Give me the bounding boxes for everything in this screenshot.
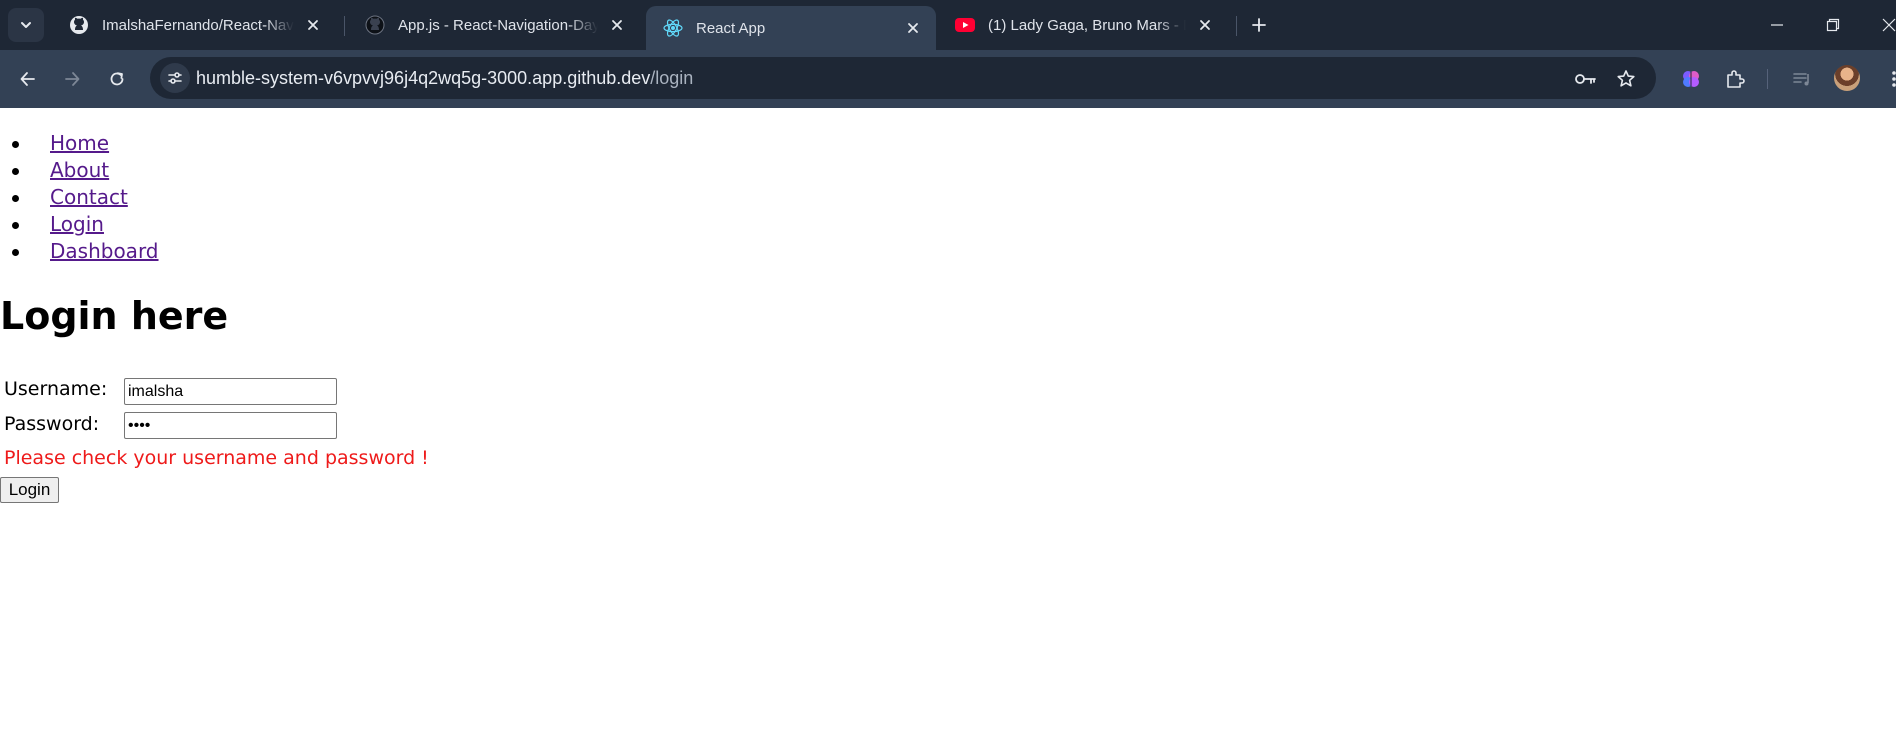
menu-dots-icon[interactable]	[1880, 65, 1896, 93]
close-icon[interactable]	[902, 17, 924, 39]
nav-item-about: About	[0, 157, 159, 184]
tune-icon	[166, 69, 184, 87]
browser-toolbar: humble-system-v6vpvvj96j4q2wq5g-3000.app…	[0, 50, 1896, 108]
nav-item-login: Login	[0, 211, 159, 238]
tab-strip: ImalshaFernando/React-Navigat App.js - R…	[0, 0, 1896, 50]
nav-item-home: Home	[0, 130, 159, 157]
back-button[interactable]	[13, 64, 43, 94]
close-icon[interactable]	[606, 14, 628, 36]
media-queue-icon[interactable]	[1788, 65, 1816, 93]
restore-icon	[1826, 18, 1840, 32]
youtube-icon	[954, 14, 976, 36]
restore-button[interactable]	[1820, 12, 1846, 38]
new-tab-button[interactable]	[1246, 12, 1272, 38]
plus-icon	[1251, 17, 1267, 33]
reload-button[interactable]	[102, 64, 132, 94]
nav-list: Home About Contact Login Dashboard	[0, 130, 159, 265]
nav-link-about[interactable]: About	[50, 158, 109, 182]
tab-title: App.js - React-Navigation-Day-0	[398, 16, 598, 34]
arrow-right-icon	[62, 69, 82, 89]
address-bar[interactable]: humble-system-v6vpvvj96j4q2wq5g-3000.app…	[150, 57, 1656, 99]
ai-brain-extension-icon[interactable]	[1677, 65, 1705, 93]
nav-link-contact[interactable]: Contact	[50, 185, 128, 209]
error-message: Please check your username and password …	[4, 447, 429, 469]
nav-link-home[interactable]: Home	[50, 131, 109, 155]
tab-title: (1) Lady Gaga, Bruno Mars - Die	[988, 16, 1186, 34]
password-input[interactable]	[124, 412, 337, 439]
close-icon[interactable]	[302, 14, 324, 36]
bookmark-star-icon[interactable]	[1614, 67, 1638, 91]
react-icon	[662, 17, 684, 39]
github-codespaces-icon	[364, 14, 386, 36]
extensions-puzzle-icon[interactable]	[1721, 65, 1749, 93]
login-button[interactable]: Login	[0, 477, 59, 503]
username-label: Username:	[4, 378, 108, 400]
url-text[interactable]: humble-system-v6vpvvj96j4q2wq5g-3000.app…	[196, 68, 693, 89]
toolbar-divider	[1767, 69, 1768, 89]
nav-link-login[interactable]: Login	[50, 212, 104, 236]
close-window-button[interactable]	[1876, 12, 1896, 38]
profile-avatar[interactable]	[1834, 65, 1860, 91]
tab-react-app[interactable]: React App	[646, 6, 936, 50]
tab-search-button[interactable]	[8, 8, 44, 42]
page-content: Home About Contact Login Dashboard Login…	[0, 108, 1896, 742]
tab-github-repo[interactable]: ImalshaFernando/React-Navigat	[52, 6, 336, 44]
nav-item-dashboard: Dashboard	[0, 238, 159, 265]
username-input[interactable]	[124, 378, 337, 405]
minimize-icon	[1770, 18, 1784, 32]
nav-item-contact: Contact	[0, 184, 159, 211]
url-host: humble-system-v6vpvvj96j4q2wq5g-3000.app…	[196, 68, 651, 88]
arrow-left-icon	[18, 69, 38, 89]
minimize-button[interactable]	[1764, 12, 1790, 38]
page-title: Login here	[0, 294, 229, 338]
password-label: Password:	[4, 413, 100, 435]
forward-button[interactable]	[57, 64, 87, 94]
github-icon	[68, 14, 90, 36]
close-icon	[1882, 18, 1896, 32]
tab-separator	[1236, 16, 1237, 36]
url-path: /login	[650, 68, 694, 88]
tab-codespaces[interactable]: App.js - React-Navigation-Day-0	[348, 6, 640, 44]
reload-icon	[107, 69, 127, 89]
nav-link-dashboard[interactable]: Dashboard	[50, 239, 159, 263]
tab-youtube[interactable]: (1) Lady Gaga, Bruno Mars - Die	[938, 6, 1228, 44]
password-key-icon[interactable]	[1574, 67, 1598, 91]
close-icon[interactable]	[1194, 14, 1216, 36]
tab-title: ImalshaFernando/React-Navigat	[102, 16, 294, 34]
tab-title: React App	[696, 19, 766, 37]
chevron-down-icon	[19, 18, 33, 32]
tab-separator	[344, 16, 345, 36]
site-info-button[interactable]	[160, 63, 190, 93]
